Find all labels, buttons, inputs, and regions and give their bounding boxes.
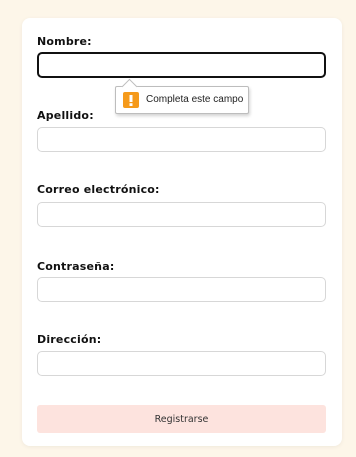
correo-input[interactable] <box>37 202 326 227</box>
direccion-input[interactable] <box>37 351 326 376</box>
apellido-label: Apellido: <box>37 109 94 122</box>
direccion-label: Dirección: <box>37 333 102 346</box>
warning-icon <box>123 92 139 108</box>
apellido-input[interactable] <box>37 127 326 152</box>
nombre-input[interactable] <box>37 52 326 78</box>
registration-form: Nombre: Apellido: Correo electrónico: Co… <box>22 18 342 446</box>
contrasena-input[interactable] <box>37 277 326 302</box>
contrasena-label: Contraseña: <box>37 260 115 273</box>
nombre-label: Nombre: <box>37 35 92 48</box>
correo-label: Correo electrónico: <box>37 183 160 196</box>
validation-message: Completa este campo <box>146 94 244 105</box>
registrarse-button[interactable]: Registrarse <box>37 405 326 433</box>
validation-tooltip: Completa este campo <box>115 78 249 114</box>
